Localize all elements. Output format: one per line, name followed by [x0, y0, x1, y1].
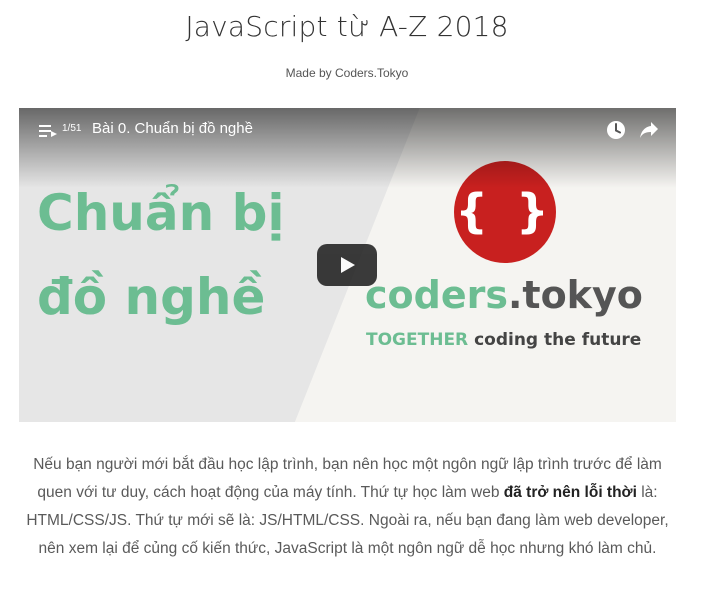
clock-icon[interactable] [606, 120, 626, 140]
slogan-part1: TOGETHER [366, 330, 469, 350]
page-title: JavaScript từ A-Z 2018 [185, 10, 509, 43]
share-icon[interactable] [639, 121, 659, 139]
play-icon [341, 257, 355, 273]
video-player[interactable]: Chuẩn bị đồ nghề { } coders.tokyo TOGETH… [19, 108, 676, 422]
description-bold-text: đã trở nên lỗi thời [503, 484, 637, 501]
thumbnail-headline-line2: đồ nghề [37, 268, 266, 326]
page-subtitle: Made by Coders.Tokyo [285, 66, 409, 80]
page: JavaScript từ A-Z 2018 Made by Coders.To… [0, 0, 714, 608]
brand-slogan: TOGETHER coding the future [366, 330, 641, 350]
video-top-bar: 1/51 Bài 0. Chuẩn bị đồ nghề [19, 108, 676, 152]
course-description: Nếu bạn người mới bắt đầu học lập trình,… [19, 451, 676, 563]
play-button[interactable] [317, 244, 377, 286]
brand-name: coders.tokyo [365, 276, 643, 314]
brand-name-part1: coders [365, 273, 508, 317]
brand-name-part2: .tokyo [507, 273, 643, 317]
video-title-link[interactable]: Bài 0. Chuẩn bị đồ nghề [92, 120, 253, 137]
thumbnail-headline-line1: Chuẩn bị [37, 184, 285, 242]
playlist-count: 1/51 [62, 123, 82, 134]
slogan-part2: coding the future [468, 330, 642, 350]
playlist-icon[interactable] [39, 124, 57, 138]
